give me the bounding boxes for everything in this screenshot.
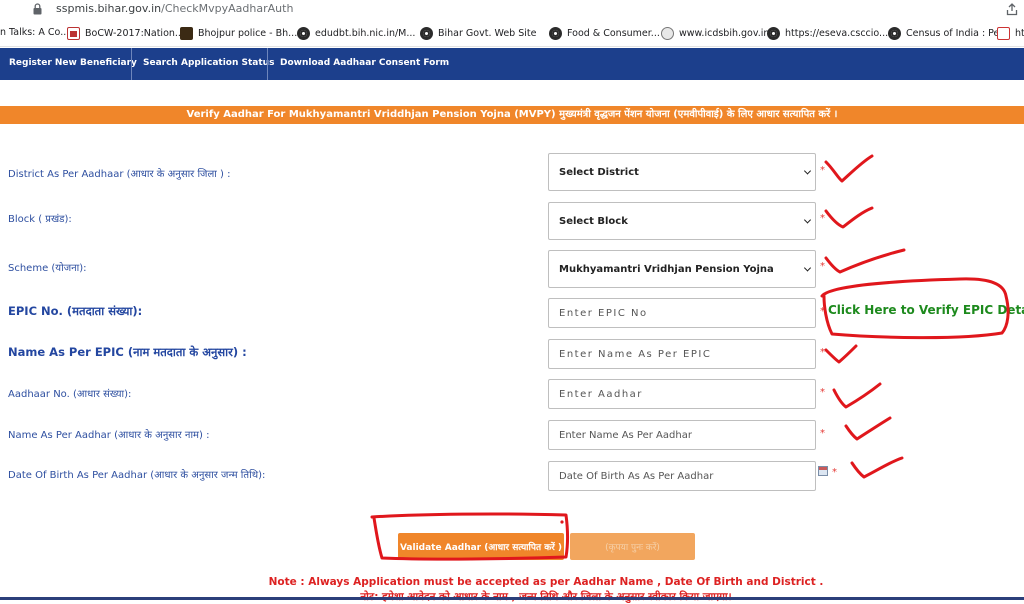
bookmark-label: n Talks: A Co... — [0, 27, 70, 38]
annotation-check-mark — [824, 206, 874, 229]
annotation-check-mark — [824, 344, 858, 364]
scheme-label: Scheme (योजना): — [8, 263, 87, 274]
bookmarks-bar: n Talks: A Co... BoCW-2017:Nation... Bho… — [0, 20, 1024, 47]
district-select-value: Select District — [559, 166, 639, 178]
scheme-select-value: Mukhyamantri Vridhjan Pension Yojna — [559, 263, 774, 275]
icds-favicon — [661, 27, 674, 40]
site-nav: Register New Beneficiary Search Applicat… — [0, 48, 1024, 80]
name-epic-label: Name As Per EPIC (नाम मतदाता के अनुसार) … — [8, 345, 247, 359]
bookmark-item[interactable]: BoCW-2017:Nation... — [67, 27, 184, 40]
epic-placeholder: Enter EPIC No — [559, 307, 648, 319]
handwritten-annotations — [370, 154, 1010, 561]
bookmark-label: https://eseva.csccio... — [785, 28, 889, 39]
aadhaar-input[interactable]: Enter Aadhar — [548, 379, 816, 409]
chevron-down-icon — [803, 216, 812, 224]
nav-register-new-beneficiary[interactable]: Register New Beneficiary — [9, 48, 137, 80]
name-epic-input[interactable]: Enter Name As Per EPIC — [548, 339, 816, 369]
calendar-icon[interactable] — [818, 466, 828, 476]
bookmark-label: ht — [1015, 28, 1024, 39]
scheme-select[interactable]: Mukhyamantri Vridhjan Pension Yojna — [548, 250, 816, 288]
name-aadhar-placeholder: Enter Name As Per Aadhar — [559, 429, 692, 441]
note-english: Note : Always Application must be accept… — [268, 576, 824, 588]
page-title-banner: Verify Aadhar For Mukhyamantri Vriddhjan… — [0, 106, 1024, 124]
globe-icon — [420, 27, 433, 40]
dob-placeholder: Date Of Birth As As Per Aadhar — [559, 470, 714, 482]
share-icon[interactable] — [1006, 3, 1018, 16]
bookmark-label: Bihar Govt. Web Site — [438, 28, 537, 39]
bookmark-item[interactable]: n Talks: A Co... — [0, 27, 69, 38]
bookmark-item[interactable]: Census of India : Pe... — [888, 27, 1008, 40]
bocw-favicon — [67, 27, 80, 40]
nsdl-favicon — [997, 27, 1010, 40]
bookmark-item[interactable]: Bihar Govt. Web Site — [420, 27, 536, 40]
secondary-button[interactable]: (कृपया पुनः करें) — [570, 533, 695, 560]
district-select[interactable]: Select District — [548, 153, 816, 191]
annotation-check-mark — [824, 154, 874, 183]
name-epic-placeholder: Enter Name As Per EPIC — [559, 348, 712, 360]
required-mark: * — [820, 306, 825, 317]
required-mark: * — [820, 387, 825, 398]
bookmark-label: BoCW-2017:Nation... — [85, 28, 184, 39]
globe-icon — [297, 27, 310, 40]
lock-icon — [33, 3, 42, 15]
name-aadhar-input[interactable]: Enter Name As Per Aadhar — [548, 420, 816, 450]
bookmark-label: www.icdsbih.gov.in — [679, 28, 770, 39]
nav-separator — [267, 48, 268, 80]
globe-icon — [888, 27, 901, 40]
bookmark-item[interactable]: edudbt.bih.nic.in/M... — [297, 27, 415, 40]
required-mark: * — [820, 165, 825, 176]
bookmark-item[interactable]: Food & Consumer... — [549, 27, 660, 40]
required-mark: * — [820, 428, 825, 439]
dob-label: Date Of Birth As Per Aadhar (आधार के अनु… — [8, 470, 266, 481]
bookmark-label: edudbt.bih.nic.in/M... — [315, 28, 416, 39]
bookmark-label: Food & Consumer... — [567, 28, 660, 39]
url-path: /CheckMvpyAadharAuth — [161, 2, 294, 15]
bookmark-item[interactable]: ht — [997, 27, 1024, 40]
annotation-check-mark — [824, 248, 906, 274]
required-mark: * — [820, 261, 825, 272]
validate-aadhar-button[interactable]: Validate Aadhar (आधार सत्यापित करें ) — [398, 533, 564, 560]
police-favicon — [180, 27, 193, 40]
bookmark-label: Bhojpur police - Bh... — [198, 28, 298, 39]
aadhaar-placeholder: Enter Aadhar — [559, 388, 643, 400]
address-bar[interactable]: sspmis.bihar.gov.in/CheckMvpyAadharAuth — [0, 0, 1024, 20]
required-mark: * — [832, 467, 837, 478]
district-label: District As Per Aadhaar (आधार के अनुसार … — [8, 169, 231, 180]
chevron-down-icon — [803, 264, 812, 272]
required-mark: * — [820, 347, 825, 358]
url-text[interactable]: sspmis.bihar.gov.in/CheckMvpyAadharAuth — [56, 2, 293, 15]
chevron-down-icon — [803, 167, 812, 175]
aadhaar-label: Aadhaar No. (आधार संख्या): — [8, 389, 132, 400]
block-select[interactable]: Select Block — [548, 202, 816, 240]
url-host: sspmis.bihar.gov.in — [56, 2, 162, 15]
nav-separator — [131, 48, 132, 80]
required-mark: * — [820, 213, 825, 224]
annotation-check-mark — [844, 416, 892, 441]
epic-label: EPIC No. (मतदाता संख्या): — [8, 304, 143, 318]
name-aadhar-label: Name As Per Aadhar (आधार के अनुसार नाम) … — [8, 430, 210, 441]
dob-input[interactable]: Date Of Birth As As Per Aadhar — [548, 461, 816, 491]
block-label: Block ( प्रखंड): — [8, 214, 72, 225]
annotation-dot — [560, 520, 564, 524]
epic-input[interactable]: Enter EPIC No — [548, 298, 816, 328]
annotation-check-mark — [832, 382, 882, 409]
bookmark-item[interactable]: Bhojpur police - Bh... — [180, 27, 297, 40]
bookmark-item[interactable]: https://eseva.csccio... — [767, 27, 888, 40]
annotation-check-mark — [850, 456, 904, 479]
nav-download-consent-form[interactable]: Download Aadhaar Consent Form — [280, 48, 449, 80]
globe-icon — [549, 27, 562, 40]
bookmark-item[interactable]: www.icdsbih.gov.in — [661, 27, 769, 40]
nav-search-application-status[interactable]: Search Application Status — [143, 48, 274, 80]
block-select-value: Select Block — [559, 215, 628, 227]
bookmark-label: Census of India : Pe... — [906, 28, 1009, 39]
globe-icon — [767, 27, 780, 40]
verify-epic-link[interactable]: Click Here to Verify EPIC Details — [828, 303, 1024, 317]
